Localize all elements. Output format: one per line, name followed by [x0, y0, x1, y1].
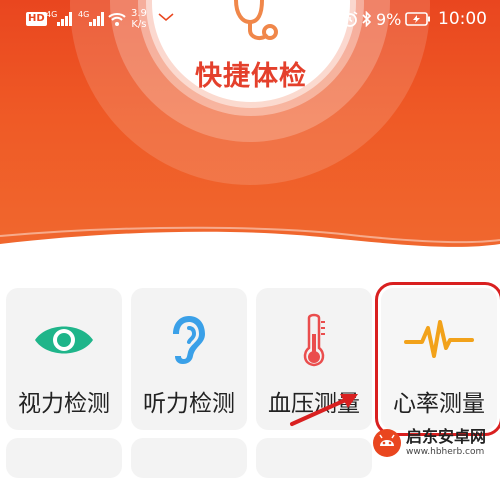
tile-row2-3[interactable]	[256, 438, 372, 478]
tile-row2-1[interactable]	[6, 438, 122, 478]
battery-charging-icon	[405, 12, 430, 26]
watermark-name: 启东安卓网	[406, 427, 487, 446]
tile-label: 视力检测	[18, 391, 110, 417]
watermark: 启东安卓网 www.hbherb.com	[372, 422, 500, 464]
signal-bars-icon	[57, 12, 73, 26]
tile-hearing-test[interactable]: 听力检测	[131, 288, 247, 430]
signal-2: 4G	[78, 0, 105, 38]
battery-percent: 9%	[376, 9, 402, 29]
hero-wave	[0, 226, 500, 262]
alarm	[342, 0, 358, 38]
thermometer-icon	[303, 313, 325, 367]
heartbeat-icon	[404, 320, 474, 358]
tile-row2-2[interactable]	[131, 438, 247, 478]
message	[158, 0, 174, 38]
ear-icon	[173, 316, 205, 364]
bluetooth-icon	[362, 11, 372, 27]
hero-banner: 快捷体检	[0, 0, 500, 262]
tile-label: 听力检测	[143, 391, 235, 417]
signal-bars-icon	[89, 12, 105, 26]
wifi-icon	[108, 13, 126, 26]
tile-heart-rate[interactable]: 心率测量	[375, 282, 500, 436]
tile-label: 心率测量	[393, 391, 485, 417]
bluetooth	[362, 0, 372, 38]
wifi	[108, 0, 126, 38]
watermark-logo-icon	[373, 429, 401, 457]
watermark-url: www.hbherb.com	[406, 447, 485, 457]
alarm-clock-icon	[342, 11, 358, 27]
hd-badge: HD	[26, 12, 47, 26]
mail-icon	[158, 13, 174, 25]
tile-vision-test[interactable]: 视力检测	[6, 288, 122, 430]
eye-icon	[35, 326, 93, 354]
signal-1: 4G	[46, 0, 73, 38]
network-speed: 3.9 K/s	[131, 8, 147, 30]
battery	[405, 0, 431, 38]
annotation-arrow-icon	[290, 394, 358, 426]
status-bar: HD 4G 4G 3.9 K/s 9% 10:00	[0, 0, 500, 38]
clock: 10:00	[438, 9, 487, 29]
quick-check-label: 快捷体检	[195, 61, 307, 92]
